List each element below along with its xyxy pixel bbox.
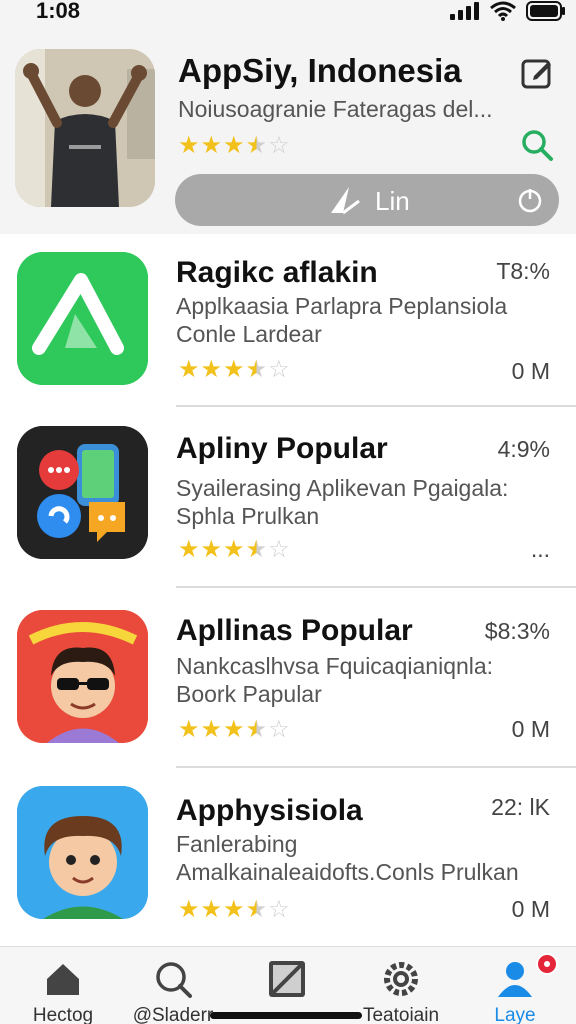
search-icon [156,962,192,998]
app-rating: ★★★★☆ [178,718,291,742]
half-star-icon: ★ [245,356,268,383]
link-button[interactable]: Lin [175,174,559,226]
star-icon: ★ [223,356,245,383]
app-name: Apphysisiola [176,794,363,827]
messaging-apps-icon [17,426,148,559]
half-star-icon: ★ [245,896,268,923]
half-star-icon: ★ [245,132,268,159]
app-description: Nankcaslhvsa Fquicaqianiqnla: Boork Papu… [176,653,494,707]
notification-badge [536,953,558,975]
app-description: Fanlerabing Amalkainaleaidofts.Conls Pru… [176,831,519,885]
home-indicator [210,1012,362,1019]
list-item[interactable]: Apphysisiola Fanlerabing Amalkainaleaido… [0,770,576,944]
divider [176,405,576,407]
edit-icon [521,59,551,89]
header-subtitle: Noiusoagranie Fateragas del... [178,96,493,122]
app-size: 0 M [511,716,550,742]
app-size: 0 M [511,358,550,384]
star-icon: ★ [178,132,200,159]
star-icon: ★ [200,132,223,159]
power-icon [518,189,542,213]
cartoon-boy-icon [17,786,148,919]
empty-star-icon: ☆ [268,536,290,563]
tab-profile[interactable]: Laye [460,953,570,1024]
search-icon [522,130,553,161]
star-icon: ★ [200,536,223,563]
list-item[interactable]: Apliny Popular Syailerasing Aplikevan Pg… [0,408,576,582]
star-icon: ★ [178,716,200,743]
tab-settings[interactable]: Teatoiain [346,953,456,1024]
half-star-icon: ★ [245,536,268,563]
half-star-icon: ★ [245,716,268,743]
cartoon-sunglasses-icon [17,610,148,743]
app-description: Syailerasing Aplikevan Pgaigala: Sphla P… [176,475,509,529]
profile-photo[interactable] [15,49,155,207]
list-item[interactable]: Apllinas Popular Nankcaslhvsa Fquicaqian… [0,590,576,764]
header-rating: ★★★★☆ [178,134,291,158]
empty-star-icon: ☆ [268,896,290,923]
tab-home[interactable]: Hectog [8,953,118,1024]
app-meta: 22: lK [491,794,550,820]
app-meta: $8:3% [484,618,550,644]
tab-label: Hectog [32,1005,94,1024]
app-name: Apllinas Popular [176,614,413,647]
star-icon: ★ [178,536,200,563]
header-title: AppSiy, Indonesia [178,52,462,89]
app-meta: 4:9% [497,436,550,462]
star-icon: ★ [200,896,223,923]
status-icons [450,0,566,22]
star-icon: ★ [178,896,200,923]
media-icon [269,961,305,997]
home-icon [47,964,79,995]
profile-header: AppSiy, Indonesia Noiusoagranie Fateraga… [0,30,576,234]
cellular-signal-icon [450,2,479,20]
empty-star-icon: ☆ [268,716,290,743]
star-icon: ★ [200,716,223,743]
tab-label: Teatoiain [362,1005,440,1024]
divider [176,586,576,588]
link-label: Lin [375,186,410,216]
star-icon: ★ [200,356,223,383]
app-meta: T8:% [496,258,550,284]
empty-star-icon: ☆ [268,356,290,383]
app-rating: ★★★★☆ [178,358,291,382]
tab-label: Laye [494,1005,536,1024]
app-rating: ★★★★☆ [178,538,291,562]
star-icon: ★ [223,896,245,923]
battery-icon [526,1,565,21]
wifi-icon [490,1,516,21]
status-bar: 1:08 [0,0,576,30]
divider [176,766,576,768]
green-a-icon [17,252,148,385]
app-size: 0 M [511,896,550,922]
star-icon: ★ [223,536,245,563]
search-button[interactable] [520,128,554,162]
app-rating: ★★★★☆ [178,898,291,922]
star-icon: ★ [178,356,200,383]
app-name: Ragikc aflakin [176,256,378,289]
app-description: Applkaasia Parlapra Peplansiola Conle La… [176,293,508,347]
app-name: Apliny Popular [176,432,388,465]
app-size: ... [530,536,550,562]
settings-icon [384,962,418,996]
star-icon: ★ [223,716,245,743]
edit-button[interactable] [520,56,554,90]
link-icon [331,187,360,215]
star-icon: ★ [223,132,245,159]
status-time: 1:08 [36,0,81,23]
empty-star-icon: ☆ [268,132,290,159]
profile-icon [498,962,532,997]
list-item[interactable]: Ragikc aflakin Applkaasia Parlapra Pepla… [0,234,576,408]
